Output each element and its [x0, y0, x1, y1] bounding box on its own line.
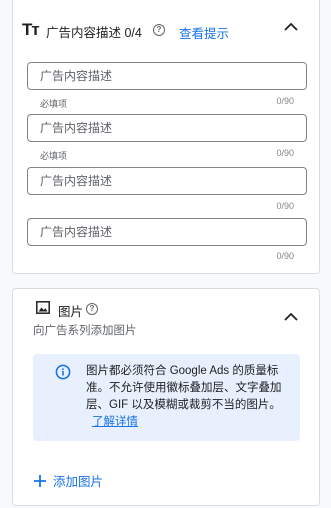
- description-section-title: 广告内容描述 0/4: [46, 26, 142, 40]
- info-icon: [55, 364, 71, 380]
- description-input-3[interactable]: [27, 167, 307, 195]
- image-icon: [36, 301, 50, 314]
- required-label-1: 必填项: [40, 99, 68, 109]
- char-count-1: 0/90: [276, 96, 294, 106]
- text-format-icon: Tт: [22, 20, 40, 39]
- learn-more-link[interactable]: 了解详情: [92, 416, 138, 428]
- policy-description: 图片都必须符合 Google Ads 的质量标准。不允许使用徽标叠加层、文字叠加…: [86, 365, 282, 411]
- add-image-button[interactable]: 添加图片: [33, 471, 103, 490]
- description-input-2[interactable]: [27, 114, 307, 142]
- image-policy-notice: 图片都必须符合 Google Ads 的质量标准。不允许使用徽标叠加层、文字叠加…: [33, 354, 300, 441]
- view-hints-link[interactable]: 查看提示: [179, 23, 229, 42]
- char-count-3: 0/90: [276, 201, 294, 211]
- plus-icon: [34, 474, 46, 487]
- description-input-1[interactable]: [27, 62, 307, 90]
- chevron-up-icon[interactable]: [281, 307, 301, 327]
- char-count-2: 0/90: [276, 148, 294, 158]
- image-policy-text: 图片都必须符合 Google Ads 的质量标准。不允许使用徽标叠加层、文字叠加…: [86, 363, 286, 431]
- add-image-label: 添加图片: [53, 475, 104, 489]
- chevron-up-icon[interactable]: [281, 17, 301, 37]
- description-input-4[interactable]: [27, 218, 307, 246]
- image-section-title: 图片: [58, 305, 84, 319]
- image-section-subtitle: 向广告系列添加图片: [33, 325, 137, 337]
- char-count-4: 0/90: [276, 251, 294, 261]
- required-label-2: 必填项: [40, 151, 68, 161]
- help-icon[interactable]: ?: [86, 303, 98, 315]
- help-icon[interactable]: ?: [153, 24, 165, 36]
